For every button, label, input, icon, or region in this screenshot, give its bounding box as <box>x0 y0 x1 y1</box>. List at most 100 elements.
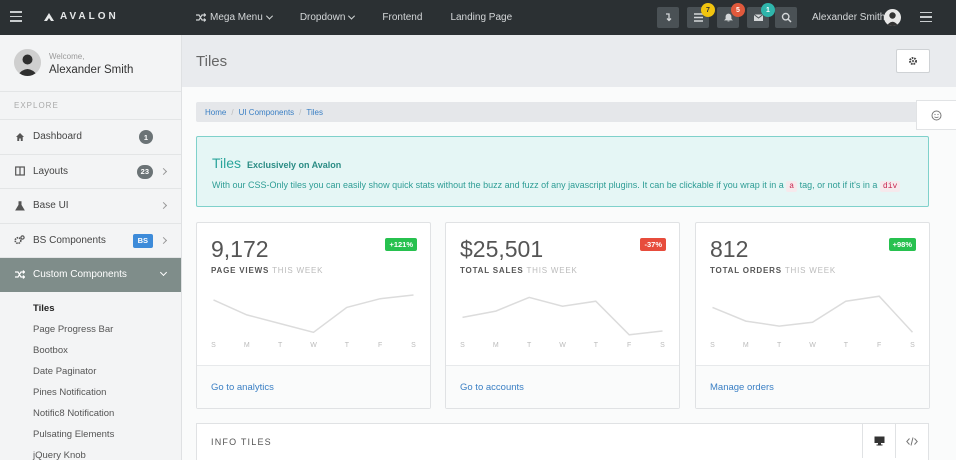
user-menu-name[interactable]: Alexander Smith <box>812 12 885 23</box>
breadcrumb: Home / UI Components / Tiles <box>196 102 929 122</box>
sidebar-item-dashboard[interactable]: Dashboard 1 <box>0 119 181 154</box>
nav-dropdown[interactable]: Dropdown <box>300 12 356 23</box>
nav-landing-page[interactable]: Landing Page <box>450 12 512 23</box>
toggle-button[interactable] <box>657 7 679 28</box>
submenu-item-bootbox[interactable]: Bootbox <box>0 340 181 361</box>
code-button[interactable] <box>895 424 928 458</box>
sidebar-item-base-ui[interactable]: Base UI <box>0 188 181 223</box>
info-callout: Tiles Exclusively on Avalon With our CSS… <box>196 136 929 207</box>
breadcrumb-tiles[interactable]: Tiles <box>306 108 323 117</box>
submenu-item-jquery-knob[interactable]: jQuery Knob <box>0 445 181 460</box>
panel-title: INFO TILES <box>211 437 272 447</box>
messages-badge: 7 <box>701 3 715 17</box>
day-axis: SMTWTFS <box>211 342 416 352</box>
search-button[interactable] <box>775 7 797 28</box>
tile-change-badge: +121% <box>385 238 417 251</box>
callout-body: With our CSS-Only tiles you can easily s… <box>212 180 901 192</box>
day-label: T <box>593 342 598 349</box>
sparkline <box>213 294 414 334</box>
day-label: F <box>627 342 632 349</box>
chevron-right-icon <box>159 167 168 175</box>
profile-name: Alexander Smith <box>49 64 134 76</box>
sidebar-item-custom-components[interactable]: Custom Components <box>0 257 181 292</box>
sidebar-item-label: Custom Components <box>33 269 127 281</box>
submenu-item-tiles[interactable]: Tiles <box>0 298 181 319</box>
user-avatar-icon <box>14 49 41 76</box>
day-label: W <box>809 342 816 349</box>
sidebar-item-bs-components[interactable]: BS Components BS <box>0 222 181 258</box>
preview-button[interactable] <box>862 424 895 458</box>
day-label: W <box>310 342 317 349</box>
level-down-icon <box>665 13 671 22</box>
notifications-button[interactable]: 5 <box>717 3 745 28</box>
user-avatar-icon <box>886 12 899 26</box>
callout-subtitle: Exclusively on Avalon <box>246 160 342 170</box>
messages-button[interactable]: 7 <box>687 3 715 28</box>
tile-link[interactable]: Go to accounts <box>446 365 679 408</box>
info-tiles-panel: INFO TILES <box>196 423 929 460</box>
day-label: F <box>378 342 383 349</box>
submenu-item-date-paginator[interactable]: Date Paginator <box>0 361 181 382</box>
day-axis: SMTWTFS <box>460 342 665 352</box>
tile-label: PAGE VIEWS THIS WEEK <box>211 266 324 275</box>
chevron-down-icon <box>348 12 356 20</box>
day-label: T <box>344 342 349 349</box>
home-icon <box>14 131 25 142</box>
sidebar-item-label: Dashboard <box>33 131 82 143</box>
submenu-item-pines-notification[interactable]: Pines Notification <box>0 382 181 403</box>
desktop-icon <box>874 436 884 446</box>
day-label: M <box>742 342 749 349</box>
search-icon <box>781 12 792 23</box>
day-label: F <box>877 342 882 349</box>
tile-change-badge: -37% <box>640 238 666 251</box>
user-avatar[interactable] <box>884 9 901 26</box>
tile-link[interactable]: Manage orders <box>696 365 929 408</box>
cogs-icon <box>14 235 25 246</box>
day-label: T <box>843 342 848 349</box>
day-label: S <box>211 342 216 349</box>
right-menu-icon[interactable] <box>920 12 932 25</box>
day-label: W <box>559 342 566 349</box>
tile-label: TOTAL ORDERS THIS WEEK <box>710 266 837 275</box>
tile-change-badge: +98% <box>888 238 916 251</box>
sidebar-section-title: EXPLORE <box>14 101 59 110</box>
tile-link[interactable]: Go to analytics <box>197 365 430 408</box>
submenu-item-page-progress-bar[interactable]: Page Progress Bar <box>0 319 181 340</box>
day-label: S <box>460 342 465 349</box>
sparkline <box>712 295 914 333</box>
day-label: M <box>243 342 250 349</box>
mail-button[interactable]: 1 <box>747 3 775 28</box>
tile-label: TOTAL SALES THIS WEEK <box>460 266 578 275</box>
brand-logo[interactable]: AVALON <box>44 11 119 22</box>
code-snippet: div <box>879 181 901 192</box>
day-axis: SMTWTFS <box>710 342 915 352</box>
breadcrumb-ui-components[interactable]: UI Components <box>239 108 295 117</box>
code-snippet: a <box>786 181 798 192</box>
gear-icon <box>909 57 917 65</box>
submenu-item-notific8-notification[interactable]: Notific8 Notification <box>0 403 181 424</box>
sidebar-item-layouts[interactable]: Layouts 23 <box>0 153 181 189</box>
sidebar-toggle-icon[interactable] <box>10 11 22 23</box>
nav-mega-menu[interactable]: Mega Menu <box>196 12 273 23</box>
sidebar-submenu: Tiles Page Progress Bar Bootbox Date Pag… <box>0 292 181 460</box>
theme-settings-toggle[interactable] <box>916 100 956 130</box>
tile-value: 9,172 <box>211 236 269 262</box>
smile-icon <box>931 110 942 120</box>
sidebar-profile: Welcome, Alexander Smith <box>0 35 181 92</box>
shuffle-icon <box>14 269 25 280</box>
day-label: M <box>492 342 499 349</box>
day-label: T <box>527 342 532 349</box>
breadcrumb-home[interactable]: Home <box>205 108 226 117</box>
top-navbar: AVALON Mega Menu Dropdown Frontend Landi… <box>0 0 956 35</box>
stat-tile-total-sales: $25,501 TOTAL SALES THIS WEEK -37% S M T W T F… <box>445 222 680 409</box>
settings-button[interactable] <box>896 49 930 73</box>
sidebar-item-label: Base UI <box>33 200 69 212</box>
day-label: T <box>777 342 782 349</box>
submenu-item-pulsating-elements[interactable]: Pulsating Elements <box>0 424 181 445</box>
chevron-down-icon <box>265 12 273 20</box>
page-title: Tiles <box>196 53 228 70</box>
nav-frontend[interactable]: Frontend <box>382 12 422 23</box>
stat-tile-total-orders: 812 TOTAL ORDERS THIS WEEK +98% S M T W T F S M… <box>695 222 930 409</box>
breadcrumb-separator: / <box>299 107 302 117</box>
tile-value: $25,501 <box>460 236 544 262</box>
